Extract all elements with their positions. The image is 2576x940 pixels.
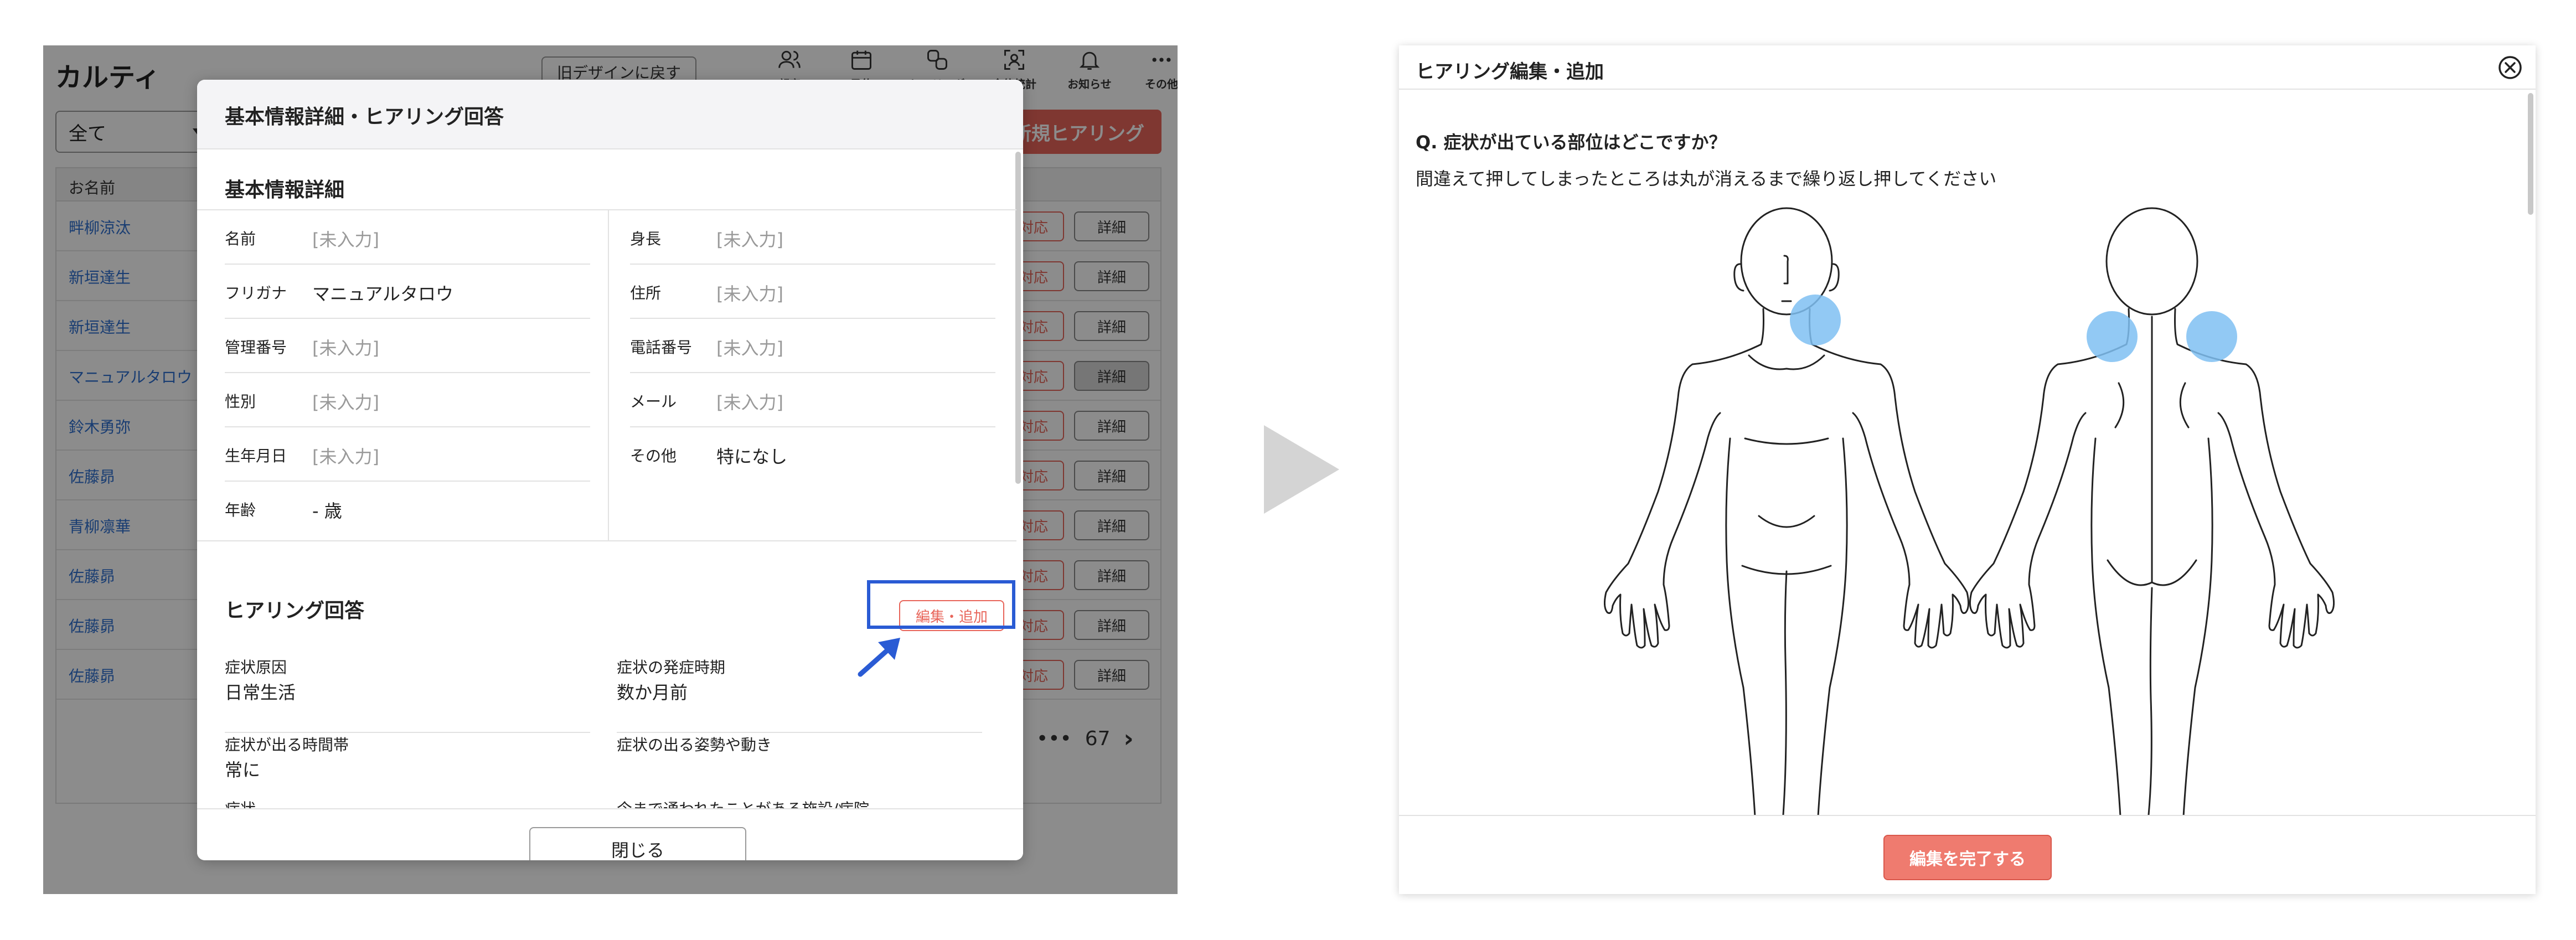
field-label: 身長 — [630, 230, 662, 248]
field-label: 年齢 — [225, 501, 256, 519]
field-phone: 電話番号 [未入力] — [630, 319, 995, 373]
field-email: メール [未入力] — [630, 373, 995, 427]
divider — [608, 210, 609, 540]
answer-value: 常に — [225, 760, 261, 781]
answer-label: 症状が出る時間帯 — [225, 736, 349, 754]
field-label: 電話番号 — [630, 338, 693, 357]
hearing-edit-dialog: ヒアリング編集・追加 Q. 症状が出ている部位はどこですか？ 間違えて押してしま… — [1399, 45, 2536, 894]
field-value: [未入力] — [312, 229, 379, 250]
field-furigana: フリガナ マニュアルタロウ — [225, 265, 590, 319]
field-value: - 歳 — [312, 500, 342, 521]
pain-marker-back-right-shoulder[interactable] — [2186, 311, 2237, 362]
field-value: [未入力] — [312, 338, 379, 359]
answer-label: 症状の出る姿勢や動き — [617, 736, 772, 754]
finish-editing-button[interactable]: 編集を完了する — [1883, 835, 2052, 880]
field-value: マニュアルタロウ — [312, 283, 454, 304]
field-label: 管理番号 — [225, 338, 287, 357]
field-label: 名前 — [225, 230, 256, 248]
modal-scrollbar[interactable] — [1015, 152, 1021, 484]
field-value: [未入力] — [312, 446, 379, 467]
answer-time-of-day: 症状が出る時間帯 常に — [225, 733, 590, 810]
pain-marker-back-left-shoulder[interactable] — [2087, 311, 2138, 362]
field-label: フリガナ — [225, 284, 287, 302]
field-label: 生年月日 — [225, 447, 287, 465]
field-age: 年齢 - 歳 — [225, 482, 590, 536]
answer-onset: 症状の発症時期 数か月前 — [617, 655, 982, 733]
field-label: 性別 — [225, 392, 256, 411]
field-label: 住所 — [630, 284, 662, 302]
field-other: その他 特になし — [630, 427, 995, 482]
field-management-number: 管理番号 [未入力] — [225, 319, 590, 373]
back-body-figure[interactable] — [1969, 207, 2335, 820]
highlight-box — [867, 580, 1015, 629]
body-map[interactable] — [1604, 206, 2335, 820]
modal-title: 基本情報詳細・ヒアリング回答 — [225, 106, 504, 128]
field-label: メール — [630, 392, 677, 411]
modal-header: 基本情報詳細・ヒアリング回答 — [197, 80, 1023, 149]
detail-modal: 基本情報詳細・ヒアリング回答 基本情報詳細 名前 [未入力] フリガナ マニュア… — [197, 80, 1023, 860]
field-name: 名前 [未入力] — [225, 210, 590, 265]
answer-label: 症状の発症時期 — [617, 658, 726, 676]
answer-value: 日常生活 — [225, 682, 296, 703]
field-value: [未入力] — [312, 392, 379, 413]
field-value: 特になし — [716, 446, 788, 467]
dialog-scrollbar[interactable] — [2528, 93, 2533, 215]
field-value: [未入力] — [716, 283, 783, 304]
dialog-title: ヒアリング編集・追加 — [1416, 61, 1604, 83]
front-body-figure[interactable] — [1604, 207, 1970, 820]
field-label: その他 — [630, 447, 677, 465]
question-text: Q. 症状が出ている部位はどこですか？ — [1416, 132, 1727, 153]
instruction-text: 間違えて押してしまったところは丸が消えるまで繰り返し押してください — [1416, 168, 1997, 189]
pain-marker-front-neck[interactable] — [1790, 295, 1841, 345]
hearing-answers-heading: ヒアリング回答 — [225, 600, 365, 622]
answer-symptom-cause: 症状原因 日常生活 — [225, 655, 590, 733]
field-value: [未入力] — [716, 229, 783, 250]
close-button[interactable]: 閉じる — [529, 827, 746, 860]
dialog-header: ヒアリング編集・追加 — [1399, 45, 2536, 90]
next-step-arrow-icon — [1264, 425, 1339, 514]
answer-label: 症状原因 — [225, 658, 287, 676]
close-icon[interactable] — [2497, 54, 2523, 81]
old-app-panel: カルティ 旧デザインに戻す 顧客 予約 ヒアリング 全体統計 お知らせ その他 … — [43, 45, 1178, 894]
field-birthdate: 生年月日 [未入力] — [225, 427, 590, 482]
field-height: 身長 [未入力] — [630, 210, 995, 265]
field-gender: 性別 [未入力] — [225, 373, 590, 427]
field-address: 住所 [未入力] — [630, 265, 995, 319]
divider — [197, 540, 1016, 541]
basic-info-heading: 基本情報詳細 — [225, 179, 345, 202]
field-value: [未入力] — [716, 392, 783, 413]
field-value: [未入力] — [716, 338, 783, 359]
answer-value: 数か月前 — [617, 682, 688, 703]
